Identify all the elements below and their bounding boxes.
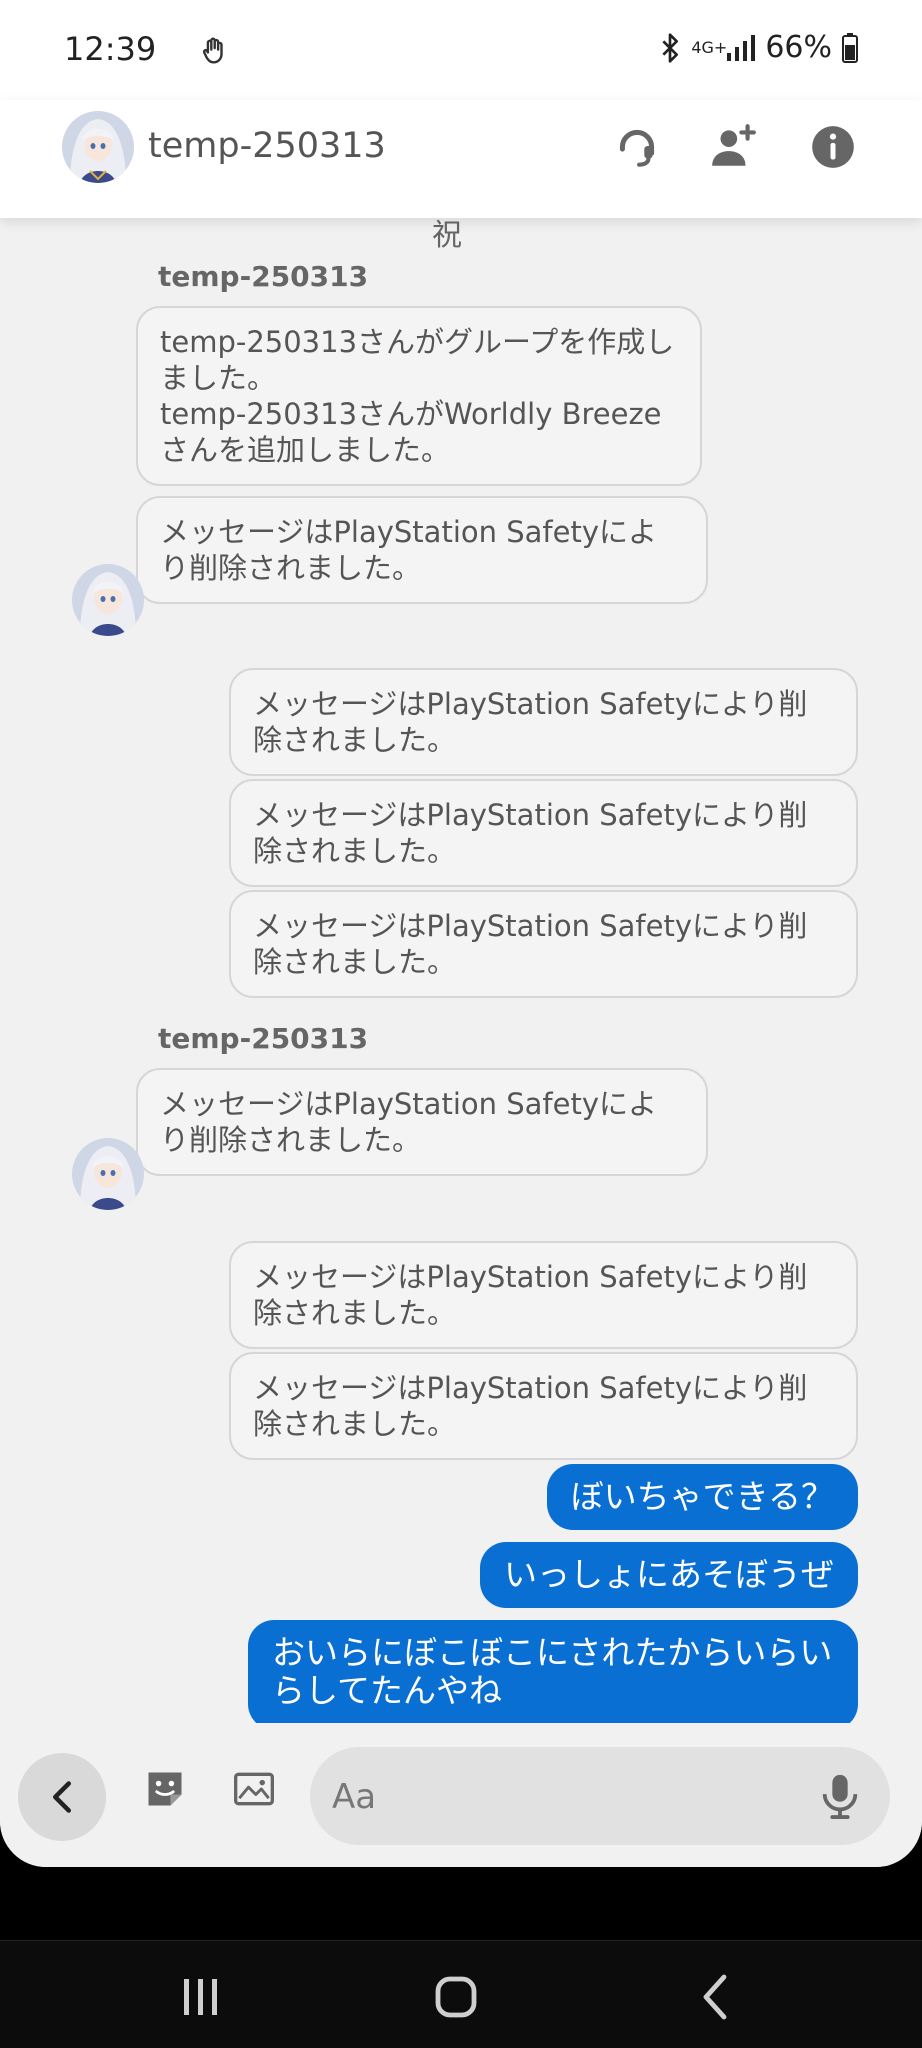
headset-icon[interactable] — [612, 122, 662, 172]
outgoing-deleted-message: メッセージはPlayStation Safetyにより削除されました。 — [229, 1241, 858, 1349]
bluetooth-icon — [662, 32, 679, 63]
back-button[interactable] — [18, 1753, 106, 1841]
incoming-deleted-message: メッセージはPlayStation Safetyにより削除されました。 — [136, 496, 708, 604]
input-placeholder: Aa — [332, 1777, 377, 1817]
outgoing-message[interactable]: ぼいちゃできる？ — [546, 1464, 858, 1530]
sender-avatar[interactable] — [72, 1138, 144, 1210]
status-time: 12:39 — [64, 30, 157, 68]
battery-icon — [842, 32, 858, 63]
status-indicators: 4G+ 66% — [659, 30, 858, 65]
outgoing-deleted-message: メッセージはPlayStation Safetyにより削除されました。 — [229, 890, 858, 998]
message-composer: Aa — [0, 1723, 922, 1867]
mic-icon[interactable] — [820, 1773, 860, 1819]
outgoing-deleted-message: メッセージはPlayStation Safetyにより削除されました。 — [229, 779, 858, 887]
back-icon[interactable] — [688, 1969, 744, 2025]
system-navigation-bar — [0, 1940, 922, 2048]
system-message-bubble: temp-250313さんがグループを作成しました。 temp-250313さん… — [136, 306, 702, 486]
signal-icon — [727, 34, 756, 61]
home-icon[interactable] — [428, 1969, 484, 2025]
sender-avatar[interactable] — [72, 564, 144, 636]
avatar-image — [72, 564, 144, 636]
group-avatar[interactable] — [62, 111, 134, 183]
outgoing-message[interactable]: いっしょにあそぼうぜ — [480, 1542, 858, 1608]
outgoing-deleted-message: メッセージはPlayStation Safetyにより削除されました。 — [229, 668, 858, 776]
info-icon[interactable] — [808, 122, 858, 172]
incoming-deleted-message: メッセージはPlayStation Safetyにより削除されました。 — [136, 1068, 708, 1176]
outgoing-deleted-message: メッセージはPlayStation Safetyにより削除されました。 — [229, 1352, 858, 1460]
message-input[interactable]: Aa — [310, 1747, 890, 1845]
sender-name: temp-250313 — [158, 1022, 369, 1055]
status-bar: 12:39 4G+ 66% — [0, 0, 922, 100]
gesture-hand-icon — [202, 37, 223, 64]
sender-name: temp-250313 — [158, 260, 369, 293]
back-chevron-icon — [53, 1781, 71, 1813]
chat-title: temp-250313 — [148, 126, 386, 166]
app-screen: 12:39 4G+ 66% temp-250313 祝 temp-250313 … — [0, 0, 922, 1867]
message-list[interactable]: 祝 temp-250313 temp-250313さんがグループを作成しました。… — [0, 218, 922, 1723]
chat-header: temp-250313 — [0, 100, 922, 218]
image-icon[interactable] — [232, 1767, 276, 1811]
recents-icon[interactable] — [172, 1969, 228, 2025]
network-type: 4G+ — [691, 37, 728, 57]
outgoing-message[interactable]: おいらにぼこぼこにされたからいらいらしてたんやね — [248, 1620, 858, 1723]
add-user-icon[interactable] — [708, 122, 758, 172]
sticker-icon[interactable] — [143, 1767, 187, 1811]
battery-percent: 66% — [765, 30, 832, 65]
avatar-image — [72, 1138, 144, 1210]
avatar-image — [62, 111, 134, 183]
cutoff-text: 祝 — [432, 218, 462, 253]
